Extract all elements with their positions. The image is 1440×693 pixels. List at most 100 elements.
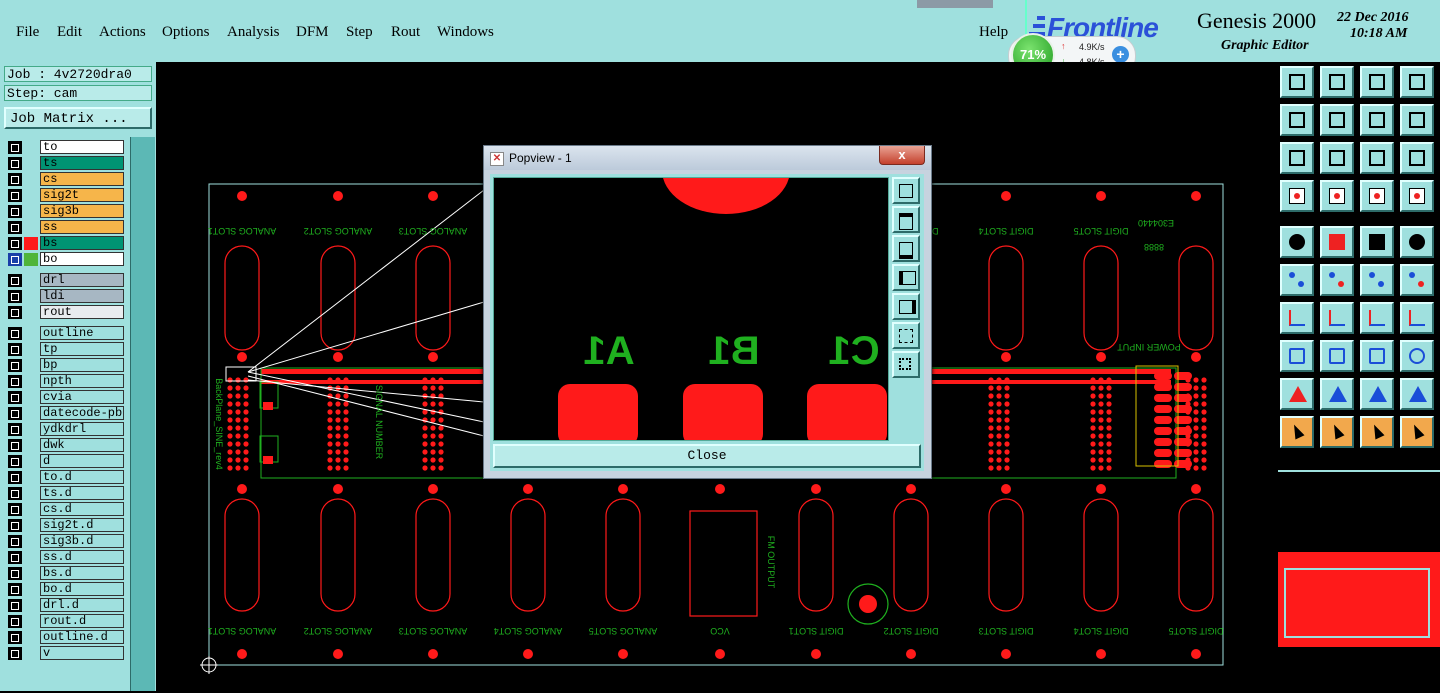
pointer-frame-tool[interactable]: [1320, 416, 1354, 448]
menu-step[interactable]: Step: [346, 24, 373, 41]
layer-row[interactable]: bs: [8, 236, 124, 250]
layer-row[interactable]: v: [8, 646, 124, 660]
layer-up-tool[interactable]: [1280, 66, 1314, 98]
home-view-tool[interactable]: [1360, 66, 1394, 98]
layer-checkbox[interactable]: [8, 237, 22, 250]
layer-checkbox[interactable]: [8, 290, 22, 303]
layer-name[interactable]: sig3b.d: [40, 534, 124, 548]
zoom-back-tool[interactable]: [1400, 104, 1434, 136]
layer-checkbox[interactable]: [8, 391, 22, 404]
layer-name[interactable]: datecode-pbe: [40, 406, 124, 420]
rotate-tool[interactable]: [1360, 302, 1394, 334]
job-matrix-button[interactable]: Job Matrix ...: [4, 107, 152, 129]
layer-name[interactable]: rout: [40, 305, 124, 319]
layer-name[interactable]: to: [40, 140, 124, 154]
layer-name[interactable]: to.d: [40, 470, 124, 484]
layer-checkbox[interactable]: [8, 503, 22, 516]
layer-name[interactable]: ts: [40, 156, 124, 170]
menu-help[interactable]: Help: [979, 24, 1008, 41]
tri-warn-tool[interactable]: [1360, 378, 1394, 410]
layer-checkbox[interactable]: [8, 583, 22, 596]
layer-checkbox[interactable]: [8, 173, 22, 186]
layer-row[interactable]: sig2t: [8, 188, 124, 202]
layer-row[interactable]: rout: [8, 305, 124, 319]
layer-row[interactable]: datecode-pbe: [8, 406, 124, 420]
layer-checkbox[interactable]: [8, 306, 22, 319]
connect-tool[interactable]: [1280, 264, 1314, 296]
layer-name[interactable]: ss.d: [40, 550, 124, 564]
layer-checkbox[interactable]: [8, 455, 22, 468]
layer-name[interactable]: dwk: [40, 438, 124, 452]
layer-name[interactable]: ydkdrl: [40, 422, 124, 436]
layer-name[interactable]: ss: [40, 220, 124, 234]
traffic-light-2-tool[interactable]: [1400, 180, 1434, 212]
popview-titlebar[interactable]: ✕ Popview - 1: [484, 146, 931, 170]
layer-down-tool[interactable]: [1320, 66, 1354, 98]
arc-line-tool[interactable]: [1320, 302, 1354, 334]
layer-checkbox[interactable]: [8, 141, 22, 154]
layer-name[interactable]: bo.d: [40, 582, 124, 596]
layer-checkbox[interactable]: [8, 423, 22, 436]
layer-row[interactable]: bo: [8, 252, 124, 266]
layer-row[interactable]: npth: [8, 374, 124, 388]
layer-name[interactable]: sig2t.d: [40, 518, 124, 532]
redraw-tool[interactable]: [1360, 104, 1394, 136]
zoom-center-tool[interactable]: [1320, 142, 1354, 174]
layer-row[interactable]: cs.d: [8, 502, 124, 516]
zoom-fit-tool[interactable]: [1280, 142, 1314, 174]
layer-row[interactable]: d: [8, 454, 124, 468]
edge-tool[interactable]: [1320, 340, 1354, 372]
layer-row[interactable]: ts.d: [8, 486, 124, 500]
close-icon[interactable]: x: [879, 146, 925, 165]
layer-checkbox[interactable]: [8, 631, 22, 644]
scale-1-2-tool[interactable]: [1360, 142, 1394, 174]
help-tool[interactable]: [1400, 142, 1434, 174]
line-tool[interactable]: [1280, 302, 1314, 334]
menu-file[interactable]: File: [16, 24, 39, 41]
layer-row[interactable]: bs.d: [8, 566, 124, 580]
layer-name[interactable]: d: [40, 454, 124, 468]
layer-name[interactable]: sig3b: [40, 204, 124, 218]
popview-canvas[interactable]: A1 B1 C1: [493, 177, 889, 441]
layer-row[interactable]: drl.d: [8, 598, 124, 612]
pointer-tool[interactable]: [1280, 416, 1314, 448]
move-tool[interactable]: [1360, 264, 1394, 296]
layer-row[interactable]: ldi: [8, 289, 124, 303]
layer-name[interactable]: outline: [40, 326, 124, 340]
surface-tool[interactable]: [1280, 340, 1314, 372]
popview-fit-button[interactable]: [892, 177, 920, 204]
layer-checkbox[interactable]: [8, 615, 22, 628]
layer-row[interactable]: dwk: [8, 438, 124, 452]
menu-rout[interactable]: Rout: [391, 24, 420, 41]
layer-checkbox[interactable]: [8, 343, 22, 356]
layer-name[interactable]: outline.d: [40, 630, 124, 644]
measure-ruler-tool[interactable]: [1360, 226, 1394, 258]
overview-viewport[interactable]: [1284, 568, 1430, 638]
pointer-circle-tool[interactable]: [1360, 416, 1394, 448]
layer-checkbox[interactable]: [8, 157, 22, 170]
layer-row[interactable]: sig3b: [8, 204, 124, 218]
layer-row[interactable]: sig3b.d: [8, 534, 124, 548]
layer-row[interactable]: outline: [8, 326, 124, 340]
layer-row[interactable]: outline.d: [8, 630, 124, 644]
layer-name[interactable]: bp: [40, 358, 124, 372]
layer-name[interactable]: cvia: [40, 390, 124, 404]
copy-tool[interactable]: [1400, 264, 1434, 296]
resize-tool[interactable]: [1360, 340, 1394, 372]
popview-up-button[interactable]: [892, 206, 920, 233]
delete-tool[interactable]: [1320, 264, 1354, 296]
mirror-tool[interactable]: [1400, 302, 1434, 334]
layer-name[interactable]: ldi: [40, 289, 124, 303]
menu-edit[interactable]: Edit: [57, 24, 82, 41]
layer-checkbox[interactable]: [8, 551, 22, 564]
layer-name[interactable]: bs: [40, 236, 124, 250]
popview-down-button[interactable]: [892, 235, 920, 262]
layer-checkbox[interactable]: [8, 359, 22, 372]
layer-row[interactable]: to: [8, 140, 124, 154]
layer-row[interactable]: cs: [8, 172, 124, 186]
menu-analysis[interactable]: Analysis: [227, 24, 280, 41]
layer-checkbox[interactable]: [8, 205, 22, 218]
group-tool[interactable]: [1400, 340, 1434, 372]
layer-row[interactable]: ts: [8, 156, 124, 170]
layer-row[interactable]: bp: [8, 358, 124, 372]
